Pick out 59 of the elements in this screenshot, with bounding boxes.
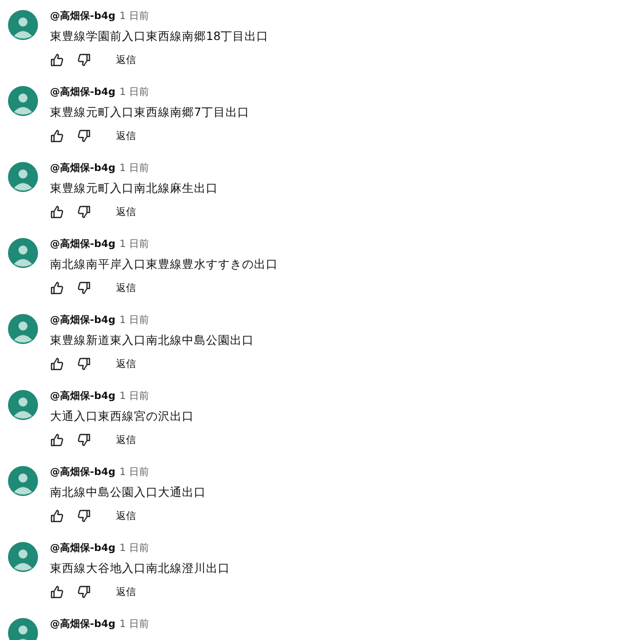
comment-text: 南北線中島公園入口大通出口: [50, 484, 206, 500]
avatar-icon: [8, 86, 38, 116]
comment-time: 1 日前: [119, 314, 149, 328]
comment-time: 1 日前: [119, 10, 149, 24]
thumbs-down-icon[interactable]: [77, 129, 91, 143]
reply-button[interactable]: 返信: [104, 509, 136, 523]
comment-time: 1 日前: [119, 542, 149, 556]
thumbs-down-icon[interactable]: [77, 53, 91, 67]
avatar-icon: [8, 314, 38, 344]
avatar-icon: [8, 390, 38, 420]
reply-button[interactable]: 返信: [104, 205, 136, 219]
comment-text: 東西線大谷地入口南北線澄川出口: [50, 560, 230, 576]
comment-text: 東豊線元町入口東西線南郷7丁目出口: [50, 104, 250, 120]
thumbs-up-icon[interactable]: [50, 585, 64, 599]
comment-time: 1 日前: [119, 238, 149, 252]
thumbs-up-icon[interactable]: [50, 433, 64, 447]
comment-author[interactable]: @高畑保-b4g: [50, 10, 116, 24]
reply-button[interactable]: 返信: [104, 129, 136, 143]
comment-time: 1 日前: [119, 466, 149, 480]
comment-author[interactable]: @高畑保-b4g: [50, 390, 116, 404]
thumbs-up-icon[interactable]: [50, 205, 64, 219]
thumbs-up-icon[interactable]: [50, 281, 64, 295]
thumbs-down-icon[interactable]: [77, 205, 91, 219]
avatar-icon: [8, 238, 38, 268]
thumbs-down-icon[interactable]: [77, 281, 91, 295]
comment-time: 1 日前: [119, 390, 149, 404]
avatar-icon: [8, 162, 38, 192]
reply-button[interactable]: 返信: [104, 357, 136, 371]
comment-time: 1 日前: [119, 86, 149, 100]
avatar-icon: [8, 618, 38, 640]
comment-author[interactable]: @高畑保-b4g: [50, 466, 116, 480]
thumbs-down-icon[interactable]: [77, 357, 91, 371]
comment-time: 1 日前: [119, 162, 149, 176]
reply-button[interactable]: 返信: [104, 281, 136, 295]
comment-time: 1 日前: [119, 618, 149, 632]
thumbs-down-icon[interactable]: [77, 433, 91, 447]
thumbs-down-icon[interactable]: [77, 509, 91, 523]
thumbs-up-icon[interactable]: [50, 53, 64, 67]
comment-text: 東豊線学園前入口東西線南郷18丁目出口: [50, 28, 269, 44]
thumbs-up-icon[interactable]: [50, 357, 64, 371]
avatar-icon: [8, 542, 38, 572]
comment-text: 東豊線元町入口南北線麻生出口: [50, 180, 218, 196]
comment-author[interactable]: @高畑保-b4g: [50, 542, 116, 556]
comment-text: 南北線南平岸入口東豊線豊水すすきの出口: [50, 256, 278, 272]
comment-author[interactable]: @高畑保-b4g: [50, 238, 116, 252]
thumbs-up-icon[interactable]: [50, 509, 64, 523]
comment-author[interactable]: @高畑保-b4g: [50, 86, 116, 100]
thumbs-down-icon[interactable]: [77, 585, 91, 599]
comment-author[interactable]: @高畑保-b4g: [50, 314, 116, 328]
comment-author[interactable]: @高畑保-b4g: [50, 162, 116, 176]
avatar-icon: [8, 466, 38, 496]
reply-button[interactable]: 返信: [104, 53, 136, 67]
thumbs-up-icon[interactable]: [50, 129, 64, 143]
avatar-icon: [8, 10, 38, 40]
comment-text: 東豊線新道東入口南北線中島公園出口: [50, 332, 254, 348]
reply-button[interactable]: 返信: [104, 585, 136, 599]
comment-author[interactable]: @高畑保-b4g: [50, 618, 116, 632]
comment-text: 大通入口東西線宮の沢出口: [50, 408, 194, 424]
reply-button[interactable]: 返信: [104, 433, 136, 447]
